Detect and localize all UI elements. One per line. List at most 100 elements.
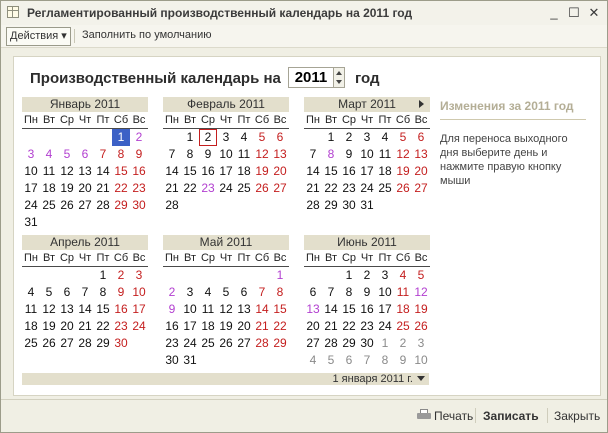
day-cell[interactable]: 20	[304, 318, 322, 335]
day-cell[interactable]: 1	[112, 129, 130, 146]
day-cell[interactable]: 7	[358, 352, 376, 369]
year-input[interactable]: 2011	[288, 67, 334, 88]
day-cell[interactable]: 1	[322, 129, 340, 146]
day-cell[interactable]: 4	[40, 146, 58, 163]
day-cell[interactable]: 25	[22, 335, 40, 352]
day-cell[interactable]: 11	[235, 146, 253, 163]
day-cell[interactable]: 20	[235, 318, 253, 335]
day-cell[interactable]: 17	[358, 163, 376, 180]
day-cell[interactable]: 19	[217, 318, 235, 335]
day-cell[interactable]: 28	[304, 197, 322, 214]
day-cell[interactable]: 10	[412, 352, 430, 369]
day-cell[interactable]: 5	[322, 352, 340, 369]
day-cell[interactable]: 18	[394, 301, 412, 318]
day-cell[interactable]: 12	[394, 146, 412, 163]
day-cell[interactable]: 31	[22, 214, 40, 231]
day-cell[interactable]: 9	[130, 146, 148, 163]
actions-menu-button[interactable]: Действия ▾	[6, 27, 71, 46]
day-cell[interactable]: 3	[376, 267, 394, 284]
day-cell[interactable]: 17	[130, 301, 148, 318]
day-cell[interactable]: 14	[163, 163, 181, 180]
day-cell[interactable]: 5	[58, 146, 76, 163]
day-cell[interactable]: 11	[199, 301, 217, 318]
day-cell[interactable]: 15	[271, 301, 289, 318]
day-cell[interactable]: 10	[217, 146, 235, 163]
day-cell[interactable]: 28	[163, 197, 181, 214]
day-cell[interactable]: 7	[163, 146, 181, 163]
day-cell[interactable]: 8	[376, 352, 394, 369]
day-cell[interactable]: 10	[22, 163, 40, 180]
day-cell[interactable]: 2	[163, 284, 181, 301]
day-cell[interactable]: 27	[76, 197, 94, 214]
day-cell[interactable]: 7	[322, 284, 340, 301]
spin-up-icon[interactable]	[336, 71, 342, 75]
day-cell[interactable]: 24	[181, 335, 199, 352]
day-cell[interactable]: 18	[22, 318, 40, 335]
day-cell[interactable]: 25	[40, 197, 58, 214]
day-cell[interactable]: 3	[181, 284, 199, 301]
day-cell[interactable]: 11	[22, 301, 40, 318]
day-cell[interactable]: 7	[253, 284, 271, 301]
day-cell[interactable]: 18	[235, 163, 253, 180]
day-cell[interactable]: 22	[322, 180, 340, 197]
day-cell[interactable]: 5	[394, 129, 412, 146]
maximize-icon[interactable]: ☐	[565, 4, 583, 22]
day-cell[interactable]: 9	[394, 352, 412, 369]
day-cell[interactable]: 21	[94, 180, 112, 197]
day-cell[interactable]: 15	[112, 163, 130, 180]
day-cell[interactable]: 22	[271, 318, 289, 335]
day-cell[interactable]: 12	[58, 163, 76, 180]
printer-icon[interactable]	[417, 409, 431, 421]
save-button[interactable]: Записать	[483, 409, 539, 423]
day-cell[interactable]: 2	[394, 335, 412, 352]
day-cell[interactable]: 13	[235, 301, 253, 318]
day-cell[interactable]: 12	[40, 301, 58, 318]
day-cell[interactable]: 14	[304, 163, 322, 180]
day-cell[interactable]: 21	[322, 318, 340, 335]
day-cell[interactable]: 1	[181, 129, 199, 146]
day-cell[interactable]: 30	[112, 335, 130, 352]
day-cell[interactable]: 3	[358, 129, 376, 146]
spin-down-icon[interactable]	[336, 80, 342, 84]
day-cell[interactable]: 6	[340, 352, 358, 369]
day-cell[interactable]: 1	[340, 267, 358, 284]
day-cell[interactable]: 30	[358, 335, 376, 352]
day-cell[interactable]: 18	[376, 163, 394, 180]
day-cell[interactable]: 29	[271, 335, 289, 352]
day-cell[interactable]: 24	[358, 180, 376, 197]
day-cell[interactable]: 4	[235, 129, 253, 146]
day-cell[interactable]: 27	[412, 180, 430, 197]
day-cell[interactable]: 7	[94, 146, 112, 163]
day-cell[interactable]: 13	[58, 301, 76, 318]
day-cell[interactable]: 2	[199, 129, 217, 146]
day-cell[interactable]: 10	[130, 284, 148, 301]
day-cell[interactable]: 7	[304, 146, 322, 163]
day-cell[interactable]: 12	[253, 146, 271, 163]
day-cell[interactable]: 14	[76, 301, 94, 318]
day-cell[interactable]: 20	[76, 180, 94, 197]
day-cell[interactable]: 28	[76, 335, 94, 352]
day-cell[interactable]: 19	[40, 318, 58, 335]
day-cell[interactable]: 2	[130, 129, 148, 146]
day-cell[interactable]: 15	[181, 163, 199, 180]
day-cell[interactable]: 26	[253, 180, 271, 197]
day-cell[interactable]: 9	[199, 146, 217, 163]
day-cell[interactable]: 8	[271, 284, 289, 301]
day-cell[interactable]: 26	[217, 335, 235, 352]
day-cell[interactable]: 5	[412, 267, 430, 284]
day-cell[interactable]: 18	[40, 180, 58, 197]
day-cell[interactable]: 14	[322, 301, 340, 318]
print-button[interactable]: Печать	[434, 409, 473, 423]
day-cell[interactable]: 1	[94, 267, 112, 284]
day-cell[interactable]: 16	[340, 163, 358, 180]
day-cell[interactable]: 10	[181, 301, 199, 318]
day-cell[interactable]: 9	[112, 284, 130, 301]
day-cell[interactable]: 24	[130, 318, 148, 335]
day-cell[interactable]: 6	[412, 129, 430, 146]
day-cell[interactable]: 21	[76, 318, 94, 335]
day-cell[interactable]: 15	[94, 301, 112, 318]
day-cell[interactable]: 16	[112, 301, 130, 318]
day-cell[interactable]: 7	[76, 284, 94, 301]
day-cell[interactable]: 30	[340, 197, 358, 214]
day-cell[interactable]: 17	[22, 180, 40, 197]
